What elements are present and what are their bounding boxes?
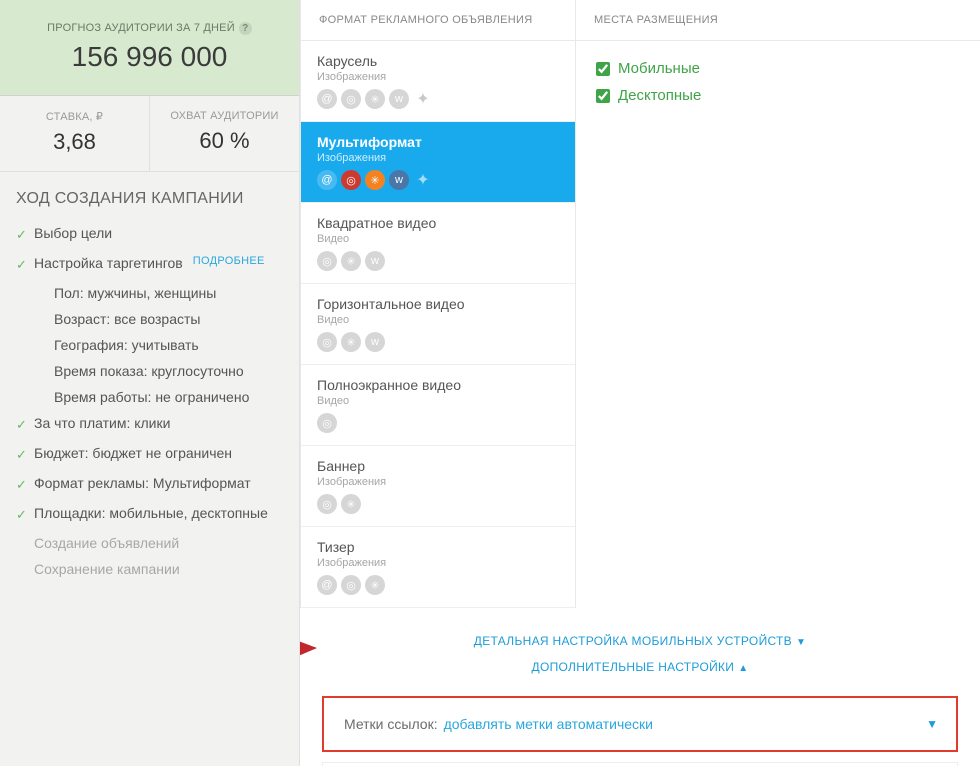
reach-value: 60 % (150, 128, 299, 154)
platform-icon: @ (317, 170, 337, 190)
platform-icon: ◎ (341, 575, 361, 595)
check-icon: ✓ (16, 445, 28, 465)
platform-icon: @ (317, 575, 337, 595)
more-link[interactable]: ПОДРОБНЕЕ (193, 255, 265, 267)
progress-title: ХОД СОЗДАНИЯ КАМПАНИИ (16, 190, 283, 208)
platform-icon: ◎ (317, 494, 337, 514)
check-icon: ✓ (16, 415, 28, 435)
placement-desktop-row[interactable]: Десктопные (596, 82, 960, 109)
platform-icon: ◎ (317, 251, 337, 271)
step-budget[interactable]: ✓Бюджет: бюджет не ограничен (16, 440, 283, 470)
format-item-horizontal-video[interactable]: Горизонтальное видео Видео ◎ ✳ w (301, 284, 575, 365)
platform-icon: ✳ (341, 251, 361, 271)
format-item-teaser[interactable]: Тизер Изображения @ ◎ ✳ (301, 527, 575, 608)
platform-icon: ✳ (341, 332, 361, 352)
bid-metric: СТАВКА, ₽ 3,68 (0, 96, 149, 171)
platform-icon: ◎ (317, 332, 337, 352)
format-item-multiformat[interactable]: Мультиформат Изображения @ ◎ ✳ w ✦ (301, 122, 575, 203)
sidebar: ПРОГНОЗ АУДИТОРИИ ЗА 7 ДНЕЙ ? 156 996 00… (0, 0, 300, 766)
format-item-square-video[interactable]: Квадратное видео Видео ◎ ✳ w (301, 203, 575, 284)
platform-icon: ◎ (341, 170, 361, 190)
platform-icon: @ (317, 89, 337, 109)
placements-column: МЕСТА РАЗМЕЩЕНИЯ Мобильные Десктопные (576, 0, 980, 608)
platform-icon: w (389, 170, 409, 190)
check-icon: ✓ (16, 225, 28, 245)
step-pay[interactable]: ✓За что платим: клики (16, 410, 283, 440)
platform-icon: ✳ (365, 89, 385, 109)
placements-column-header: МЕСТА РАЗМЕЩЕНИЯ (576, 0, 980, 41)
main-panel: ФОРМАТ РЕКЛАМНОГО ОБЪЯВЛЕНИЯ Карусель Из… (300, 0, 980, 766)
format-list: Карусель Изображения @ ◎ ✳ w ✦ Мульт (301, 41, 575, 608)
step-targeting[interactable]: ✓Настройка таргетинговПОДРОБНЕЕ (16, 250, 283, 280)
platform-icon: ✳ (341, 494, 361, 514)
step-format[interactable]: ✓Формат рекламы: Мультиформат (16, 470, 283, 500)
step-goal[interactable]: ✓Выбор цели (16, 220, 283, 250)
placement-mobile-checkbox[interactable] (596, 62, 610, 76)
placement-desktop-checkbox[interactable] (596, 89, 610, 103)
substep-age[interactable]: Возраст: все возрасты (16, 306, 283, 332)
substep-time[interactable]: Время показа: круглосуточно (16, 358, 283, 384)
platform-icon: ✦ (413, 89, 433, 109)
bid-value: 3,68 (0, 129, 149, 155)
bid-label: СТАВКА, ₽ (0, 110, 149, 123)
platform-icon: w (365, 332, 385, 352)
offline-conversions-panel[interactable]: Учёт офлайн-конверсий: не учитывать ? ▼ (322, 762, 958, 766)
chevron-down-icon[interactable]: ▼ (926, 717, 938, 731)
forecast-label: ПРОГНОЗ АУДИТОРИИ ЗА 7 ДНЕЙ ? (47, 22, 252, 35)
url-labels-panel[interactable]: Метки ссылок: добавлять метки автоматиче… (322, 696, 958, 752)
chevron-up-icon: ▲ (738, 663, 748, 674)
url-labels-value[interactable]: добавлять метки автоматически (444, 716, 653, 732)
format-item-banner[interactable]: Баннер Изображения ◎ ✳ (301, 446, 575, 527)
step-placements[interactable]: ✓Площадки: мобильные, десктопные (16, 500, 283, 530)
format-item-fullscreen-video[interactable]: Полноэкранное видео Видео ◎ (301, 365, 575, 446)
forecast-value: 156 996 000 (10, 41, 289, 73)
step-save[interactable]: Сохранение кампании (16, 556, 283, 582)
substep-gender[interactable]: Пол: мужчины, женщины (16, 280, 283, 306)
placement-mobile-label[interactable]: Мобильные (618, 60, 700, 77)
url-labels-label: Метки ссылок: (344, 716, 438, 732)
format-item-carousel[interactable]: Карусель Изображения @ ◎ ✳ w ✦ (301, 41, 575, 122)
check-icon: ✓ (16, 505, 28, 525)
forecast-label-text: ПРОГНОЗ АУДИТОРИИ ЗА 7 ДНЕЙ (47, 22, 235, 34)
check-icon: ✓ (16, 255, 28, 275)
campaign-progress: ХОД СОЗДАНИЯ КАМПАНИИ ✓Выбор цели ✓Настр… (0, 172, 299, 594)
platform-icon: ◎ (317, 413, 337, 433)
platform-icon: w (365, 251, 385, 271)
platform-icon: ✳ (365, 170, 385, 190)
audience-forecast-block: ПРОГНОЗ АУДИТОРИИ ЗА 7 ДНЕЙ ? 156 996 00… (0, 0, 299, 96)
chevron-down-icon: ▼ (796, 637, 806, 648)
reach-label: ОХВАТ АУДИТОРИИ (150, 110, 299, 122)
expand-advanced-settings[interactable]: ДОПОЛНИТЕЛЬНЫЕ НАСТРОЙКИ▲ (532, 654, 749, 680)
reach-metric: ОХВАТ АУДИТОРИИ 60 % (149, 96, 299, 171)
platform-icon: w (389, 89, 409, 109)
placement-mobile-row[interactable]: Мобильные (596, 55, 960, 82)
metrics-row: СТАВКА, ₽ 3,68 ОХВАТ АУДИТОРИИ 60 % (0, 96, 299, 172)
expand-mobile-settings[interactable]: ДЕТАЛЬНАЯ НАСТРОЙКА МОБИЛЬНЫХ УСТРОЙСТВ▼ (474, 628, 806, 654)
format-column: ФОРМАТ РЕКЛАМНОГО ОБЪЯВЛЕНИЯ Карусель Из… (301, 0, 576, 608)
help-icon[interactable]: ? (239, 22, 252, 35)
platform-icon: ✳ (365, 575, 385, 595)
substep-worktime[interactable]: Время работы: не ограничено (16, 384, 283, 410)
platform-icon: ✦ (413, 170, 433, 190)
placement-desktop-label[interactable]: Десктопные (618, 87, 701, 104)
platform-icon: ◎ (341, 89, 361, 109)
format-column-header: ФОРМАТ РЕКЛАМНОГО ОБЪЯВЛЕНИЯ (301, 0, 575, 41)
check-icon: ✓ (16, 475, 28, 495)
substep-geo[interactable]: География: учитывать (16, 332, 283, 358)
step-create-ads[interactable]: Создание объявлений (16, 530, 283, 556)
